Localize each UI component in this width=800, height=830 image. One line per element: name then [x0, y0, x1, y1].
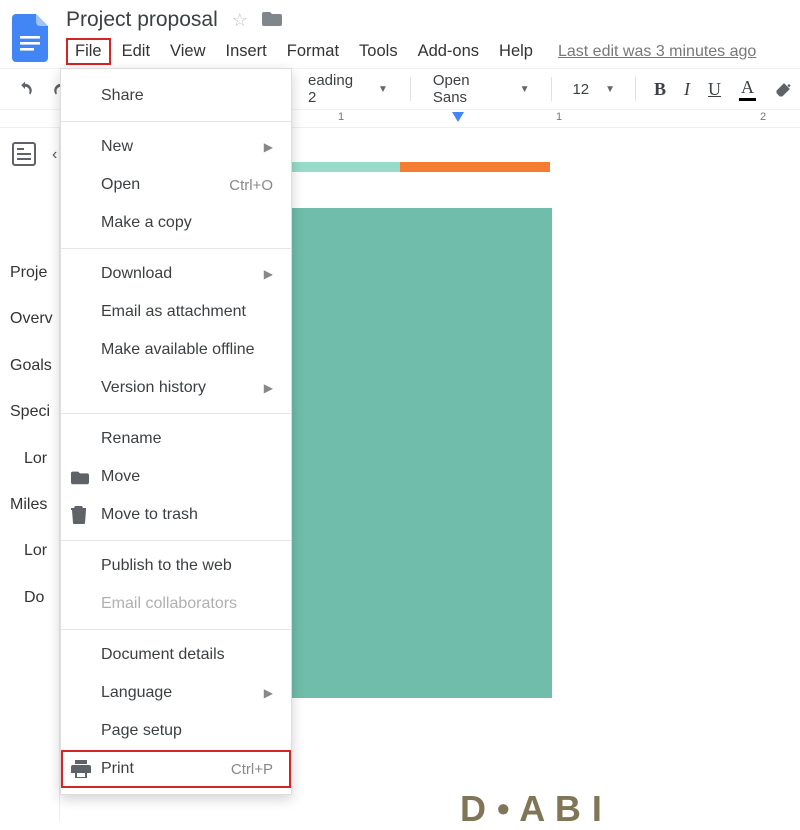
outline-item[interactable]: Do	[10, 575, 62, 621]
menu-version-history[interactable]: Version history ▶	[61, 369, 291, 407]
menu-file[interactable]: File	[66, 38, 111, 65]
menu-label: Page setup	[101, 722, 182, 740]
outline-item[interactable]: Lor	[10, 528, 62, 574]
chevron-right-icon: ▶	[264, 686, 273, 700]
chevron-right-icon: ▶	[264, 267, 273, 281]
menu-label: Make available offline	[101, 341, 255, 359]
outline-list: Proje Overv Goals Speci Lor Miles Lor Do	[10, 250, 62, 621]
chevron-right-icon: ▶	[264, 381, 273, 395]
menu-rename[interactable]: Rename	[61, 420, 291, 458]
italic-button[interactable]: I	[678, 75, 696, 104]
folder-icon[interactable]	[262, 10, 282, 31]
outline-item[interactable]: Proje	[10, 250, 62, 296]
menu-label: Language	[101, 684, 172, 702]
menu-label: Move to trash	[101, 506, 198, 524]
menu-tools[interactable]: Tools	[350, 38, 407, 65]
outline-item[interactable]: Speci	[10, 389, 62, 435]
menu-share[interactable]: Share	[61, 77, 291, 115]
last-edit-link[interactable]: Last edit was 3 minutes ago	[558, 43, 756, 61]
menu-label: Email as attachment	[101, 303, 246, 321]
menu-publish[interactable]: Publish to the web	[61, 547, 291, 585]
paragraph-style-value: eading 2	[308, 72, 362, 106]
paragraph-style-select[interactable]: eading 2 ▼	[298, 70, 398, 108]
app-header: Project proposal ☆ File Edit View Insert…	[0, 0, 800, 68]
menu-label: Email collaborators	[101, 595, 237, 613]
menu-make-offline[interactable]: Make available offline	[61, 331, 291, 369]
menu-view[interactable]: View	[161, 38, 214, 65]
separator	[61, 413, 291, 414]
menu-email-collaborators: Email collaborators	[61, 585, 291, 623]
separator	[410, 77, 411, 101]
menu-label: New	[101, 138, 133, 156]
menu-insert[interactable]: Insert	[217, 38, 276, 65]
font-size-value: 12	[572, 81, 589, 98]
menu-language[interactable]: Language ▶	[61, 674, 291, 712]
outline-item[interactable]: Overv	[10, 296, 62, 342]
separator	[61, 540, 291, 541]
menu-label: Download	[101, 265, 172, 283]
outline-item[interactable]: Goals	[10, 343, 62, 389]
highlight-button[interactable]	[768, 75, 800, 103]
star-icon[interactable]: ☆	[232, 10, 248, 31]
separator	[551, 77, 552, 101]
folder-icon	[71, 469, 89, 485]
menu-label: Make a copy	[101, 214, 192, 232]
separator	[635, 77, 636, 101]
menu-print[interactable]: Print Ctrl+P	[61, 750, 291, 788]
menu-label: Print	[101, 760, 134, 778]
trash-icon	[71, 506, 87, 524]
menu-edit[interactable]: Edit	[113, 38, 159, 65]
menu-make-copy[interactable]: Make a copy	[61, 204, 291, 242]
font-family-select[interactable]: Open Sans ▼	[423, 70, 540, 108]
document-heading: D • A B I	[460, 788, 602, 830]
ruler-tick-label: 2	[760, 111, 766, 123]
chevron-down-icon: ▼	[520, 84, 530, 95]
menu-doc-details[interactable]: Document details	[61, 636, 291, 674]
menu-label: Move	[101, 468, 140, 486]
menu-page-setup[interactable]: Page setup	[61, 712, 291, 750]
chevron-down-icon: ▼	[605, 84, 615, 95]
menu-label: Publish to the web	[101, 557, 232, 575]
indent-marker-icon[interactable]	[452, 112, 464, 122]
menu-download[interactable]: Download ▶	[61, 255, 291, 293]
shortcut-label: Ctrl+O	[229, 177, 273, 194]
menu-label: Version history	[101, 379, 206, 397]
separator	[61, 121, 291, 122]
undo-button[interactable]	[10, 76, 40, 102]
font-size-select[interactable]: 12 ▼	[564, 79, 623, 100]
menu-format[interactable]: Format	[278, 38, 348, 65]
ruler-tick-label: 1	[338, 111, 344, 123]
underline-button[interactable]: U	[702, 75, 727, 104]
menu-label: Share	[101, 87, 144, 105]
separator	[61, 629, 291, 630]
menu-label: Rename	[101, 430, 161, 448]
file-menu-dropdown: Share New ▶ Open Ctrl+O Make a copy Down…	[60, 68, 292, 795]
chevron-down-icon: ▼	[378, 84, 388, 95]
ruler-tick-label: 1	[556, 111, 562, 123]
outline-item[interactable]: Miles	[10, 482, 62, 528]
menu-email-attachment[interactable]: Email as attachment	[61, 293, 291, 331]
menu-help[interactable]: Help	[490, 38, 542, 65]
bold-button[interactable]: B	[648, 75, 672, 104]
menu-move-trash[interactable]: Move to trash	[61, 496, 291, 534]
menu-label: Document details	[101, 646, 225, 664]
text-color-button[interactable]: A	[733, 73, 762, 105]
outline-item[interactable]: Lor	[10, 436, 62, 482]
shortcut-label: Ctrl+P	[231, 761, 273, 778]
document-title[interactable]: Project proposal	[66, 8, 218, 32]
outline-extra-glyph: ‹	[52, 146, 57, 163]
print-icon	[71, 760, 91, 778]
menu-bar: File Edit View Insert Format Tools Add-o…	[66, 38, 800, 65]
separator	[61, 248, 291, 249]
chevron-right-icon: ▶	[264, 140, 273, 154]
menu-addons[interactable]: Add-ons	[409, 38, 488, 65]
docs-logo-icon[interactable]	[12, 14, 48, 62]
outline-toggle-icon[interactable]	[12, 142, 36, 166]
menu-label: Open	[101, 176, 140, 194]
menu-move[interactable]: Move	[61, 458, 291, 496]
font-family-value: Open Sans	[433, 72, 504, 106]
menu-open[interactable]: Open Ctrl+O	[61, 166, 291, 204]
menu-new[interactable]: New ▶	[61, 128, 291, 166]
